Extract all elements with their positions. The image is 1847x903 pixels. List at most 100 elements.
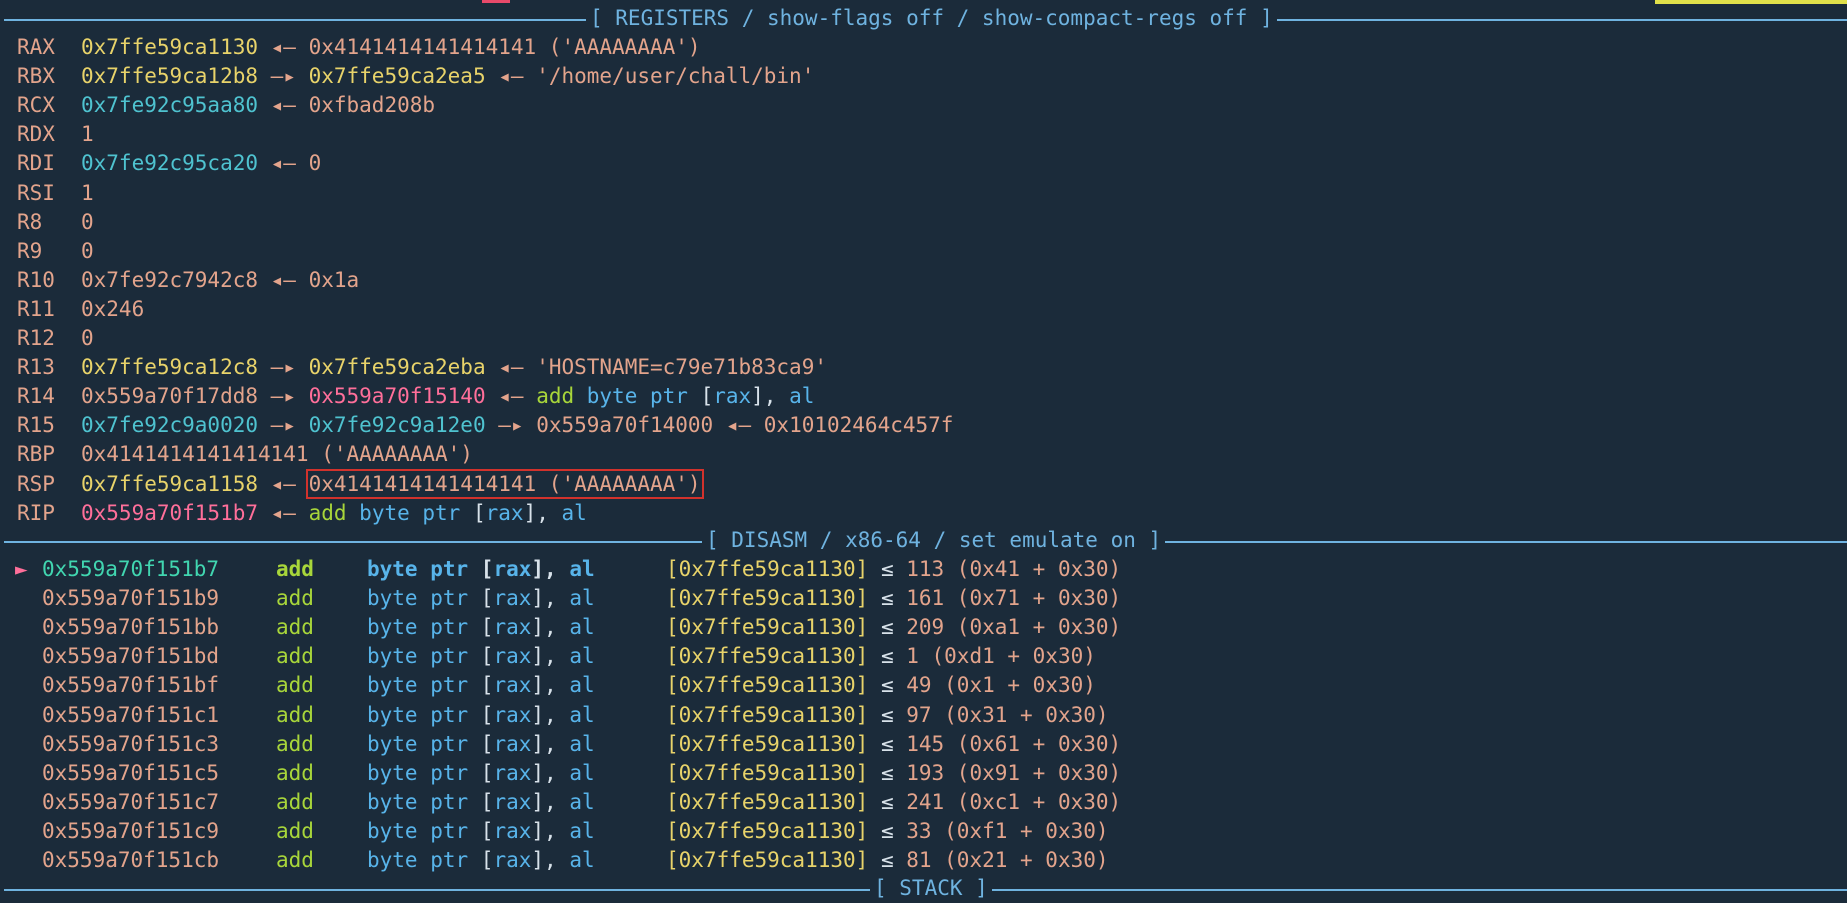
emulated-target: [0x7ffe59ca1130] (666, 848, 869, 872)
emulated-target: [0x7ffe59ca1130] (666, 615, 869, 640)
value-segment: ◂— (258, 35, 309, 59)
instruction-address: 0x559a70f151cb (42, 848, 220, 872)
register-name: RDX (17, 122, 55, 147)
emulation-comment: [0x7ffe59ca1130] ≤ 113 (0x41 + 0x30) (666, 555, 1121, 584)
emulated-target: [0x7ffe59ca1130] (666, 586, 869, 611)
operand-bracket: [ (480, 673, 494, 698)
instruction-mnemonic: add (276, 673, 314, 698)
emulation-comment: [0x7ffe59ca1130] ≤ 193 (0x91 + 0x30) (666, 759, 1121, 788)
register-name: RSI (17, 180, 55, 205)
instruction-operands: byte ptr [rax], al (367, 846, 595, 875)
value-segment: al (789, 384, 815, 409)
register-row: RBP 0x4141414141414141 ('AAAAAAAA') (0, 440, 1847, 469)
register-value: 0x559a70f17dd8 —▸ 0x559a70f15140 ◂— add … (81, 382, 814, 411)
value-segment: rax (485, 500, 524, 525)
operand-register: rax (493, 644, 532, 669)
current-instruction-marker: ► (15, 557, 28, 581)
value-segment: 0 (81, 238, 94, 263)
disasm-row[interactable]: 0x559a70f151bb add byte ptr [rax], al [0x7f… (0, 613, 1847, 642)
operand-source: al (569, 644, 595, 669)
value-segment: ◂— (713, 413, 764, 438)
value-segment: —▸ (258, 64, 309, 89)
value-segment: ◂— (258, 500, 309, 525)
disasm-row[interactable]: 0x559a70f151c9 add byte ptr [rax], al [0x7f… (0, 817, 1847, 846)
value-segment: 0x4141414141414141 ('AAAAAAAA') (81, 442, 473, 467)
disasm-row[interactable]: 0x559a70f151bf add byte ptr [rax], al [0x7f… (0, 671, 1847, 700)
disasm-row[interactable]: 0x559a70f151c3 add byte ptr [rax], al [0x7f… (0, 730, 1847, 759)
instruction-address: 0x559a70f151b7 (42, 557, 220, 581)
disasm-row[interactable]: 0x559a70f151c1 add byte ptr [rax], al [0x7f… (0, 701, 1847, 730)
operand-register: rax (493, 848, 532, 872)
operand-bracket: ], (531, 731, 570, 756)
emulated-target: [0x7ffe59ca1130] (666, 731, 869, 756)
register-name: R13 (17, 355, 55, 380)
value-segment: ◂— (258, 93, 309, 118)
value-segment: 0x7ffe59ca1130 (81, 35, 259, 59)
operand-source: al (569, 760, 595, 785)
register-row: R13 0x7ffe59ca12c8 —▸ 0x7ffe59ca2eba ◂— '… (0, 353, 1847, 382)
operand-bracket: [ (480, 615, 494, 640)
instruction-operands: byte ptr [rax], al (367, 788, 595, 817)
emulation-comment: [0x7ffe59ca1130] ≤ 161 (0x71 + 0x30) (666, 584, 1121, 613)
emulated-result: 81 (0x21 + 0x30) (906, 848, 1109, 872)
emulation-comment: [0x7ffe59ca1130] ≤ 97 (0x31 + 0x30) (666, 701, 1109, 730)
value-segment: ], (523, 500, 562, 525)
operand-bracket: [ (480, 760, 494, 785)
operand-bracket: ], (531, 586, 570, 611)
instruction-address: 0x559a70f151c1 (42, 702, 220, 727)
value-segment: 0x1a (308, 267, 360, 292)
value-segment: add (308, 500, 347, 525)
value-segment: al (561, 500, 587, 525)
value-segment: add (536, 384, 575, 409)
register-value: 0x7fe92c95ca20 ◂— 0 (81, 149, 321, 178)
disasm-row[interactable]: 0x559a70f151c7 add byte ptr [rax], al [0x7f… (0, 788, 1847, 817)
emulated-result: 33 (0xf1 + 0x30) (906, 818, 1109, 843)
emulation-symbol: ≤ (868, 702, 907, 727)
emulated-result: 161 (0x71 + 0x30) (906, 586, 1122, 611)
operand-bracket: [ (480, 731, 494, 756)
operand-register: rax (493, 586, 532, 611)
registers-title: [ REGISTERS / show-flags off / show-comp… (586, 4, 1277, 33)
register-name: R11 (17, 296, 55, 321)
register-value: 0 (81, 324, 94, 353)
value-segment: 0xfbad208b (308, 93, 436, 118)
register-value: 0x7ffe59ca1130 ◂— 0x4141414141414141 ('A… (81, 33, 701, 62)
register-row: RSI 1 (0, 179, 1847, 208)
emulation-symbol: ≤ (868, 848, 907, 872)
emulation-symbol: ≤ (868, 557, 907, 581)
register-name: RBP (17, 442, 55, 467)
register-value: 1 (81, 179, 94, 208)
disasm-row[interactable]: 0x559a70f151b9 add byte ptr [rax], al [0x7f… (0, 584, 1847, 613)
disasm-header: [ DISASM / x86-64 / set emulate on ] (0, 526, 1847, 555)
operand-register: rax (493, 731, 532, 756)
emulated-target: [0x7ffe59ca1130] (666, 673, 869, 698)
value-segment: 0x7ffe59ca2ea5 (308, 64, 486, 89)
disasm-row[interactable]: 0x559a70f151c5 add byte ptr [rax], al [0x7f… (0, 759, 1847, 788)
value-segment: 0 (81, 209, 94, 234)
operand-size: byte ptr (367, 818, 481, 843)
register-name: RCX (17, 93, 55, 118)
operand-bracket: ], (531, 789, 570, 814)
register-row: R15 0x7fe92c9a0020 —▸ 0x7fe92c9a12e0 —▸ 0… (0, 411, 1847, 440)
value-segment: 1 (81, 122, 94, 147)
value-segment: ◂— (485, 355, 537, 380)
disasm-row[interactable]: 0x559a70f151cb add byte ptr [rax], al [0x7f… (0, 846, 1847, 875)
value-segment: ◂— (258, 471, 309, 496)
register-name: R9 (17, 238, 43, 263)
emulated-target: [0x7ffe59ca1130] (666, 760, 869, 785)
tab-marker (482, 0, 510, 3)
operand-bracket: ], (531, 557, 570, 581)
stack-header: [ STACK ] (0, 874, 1847, 903)
operand-register: rax (493, 702, 532, 727)
value-segment: 0x7fe92c95aa80 (81, 93, 259, 118)
emulated-target: [0x7ffe59ca1130] (666, 644, 869, 669)
disasm-row-current[interactable]: ► 0x559a70f151b7 add byte ptr [rax], al [0x7… (0, 555, 1847, 584)
operand-source: al (569, 848, 595, 872)
emulated-result: 193 (0x91 + 0x30) (906, 760, 1122, 785)
operand-source: al (569, 557, 595, 581)
value-segment: [ (700, 384, 714, 409)
emulation-symbol: ≤ (868, 789, 907, 814)
value-segment: ◂— (485, 64, 537, 89)
instruction-address: 0x559a70f151bf (42, 673, 220, 698)
disasm-row[interactable]: 0x559a70f151bd add byte ptr [rax], al [0x7f… (0, 642, 1847, 671)
